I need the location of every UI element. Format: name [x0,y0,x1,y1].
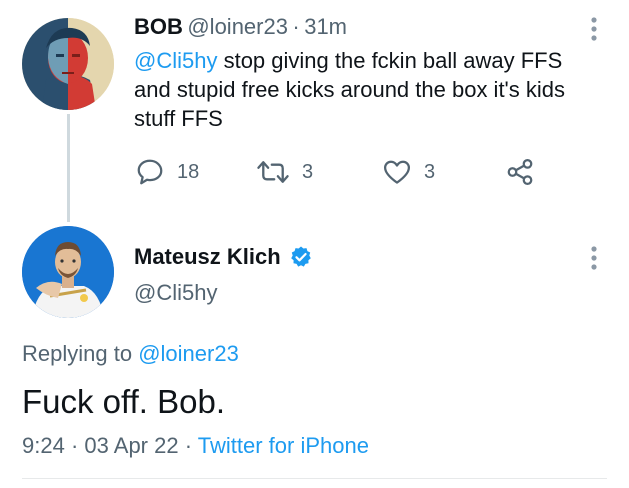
meta-separator-1: · [70,433,79,458]
bob-avatar-image [22,18,114,110]
replying-to-line: Replying to @loiner23 [22,341,239,367]
bob-text-line2: and stupid free kicks around the box it'… [134,77,565,102]
bob-text-line3: stuff FFS [134,106,223,131]
replying-prefix: Replying to [22,341,139,366]
klich-author-name[interactable]: Mateusz Klich [134,244,281,270]
klich-name-row: Mateusz Klich [134,244,313,270]
bob-more-icon[interactable] [589,16,599,47]
klich-tweet-text: Fuck off. Bob. [22,383,225,420]
bob-time-ago[interactable]: 31m [304,14,347,39]
klich-avatar[interactable] [22,226,114,318]
bob-text-line1: stop giving the fckin ball away FFS [217,48,563,73]
bob-avatar[interactable] [22,18,114,110]
bob-tweet-header: BOB @loiner23 · 31m [134,14,347,40]
retweet-count: 3 [302,160,314,183]
thread-connector-line [67,114,70,222]
verified-badge-icon [290,246,311,267]
share-icon [507,159,533,185]
bob-mention-link[interactable]: @Cli5hy [134,48,217,73]
retweet-button[interactable]: 3 [256,157,313,187]
tweet-date[interactable]: 03 Apr 22 [84,433,178,458]
retweet-icon [257,161,289,183]
bob-author-name[interactable]: BOB [134,14,183,39]
like-icon [384,160,410,184]
klich-avatar-image [22,226,114,318]
bob-tweet-text: @Cli5hy stop giving the fckin ball away … [134,46,614,133]
meta-separator-2: · [184,433,193,458]
klich-author-handle[interactable]: @Cli5hy [134,280,217,306]
reply-icon [137,159,163,185]
tweet-meta-line: 9:24 · 03 Apr 22 · Twitter for iPhone [22,433,369,459]
tweet-client-link[interactable]: Twitter for iPhone [198,433,369,458]
reply-button[interactable]: 18 [135,157,199,187]
bob-author-handle[interactable]: @loiner23 [187,14,288,39]
replying-to-link[interactable]: @loiner23 [138,341,239,366]
header-separator: · [292,14,300,39]
like-count: 3 [424,160,436,183]
bottom-divider [22,478,607,479]
like-button[interactable]: 3 [382,157,435,187]
share-button[interactable] [505,157,535,187]
reply-count: 18 [177,160,200,183]
klich-more-icon[interactable] [589,245,599,276]
tweet-time[interactable]: 9:24 [22,433,65,458]
